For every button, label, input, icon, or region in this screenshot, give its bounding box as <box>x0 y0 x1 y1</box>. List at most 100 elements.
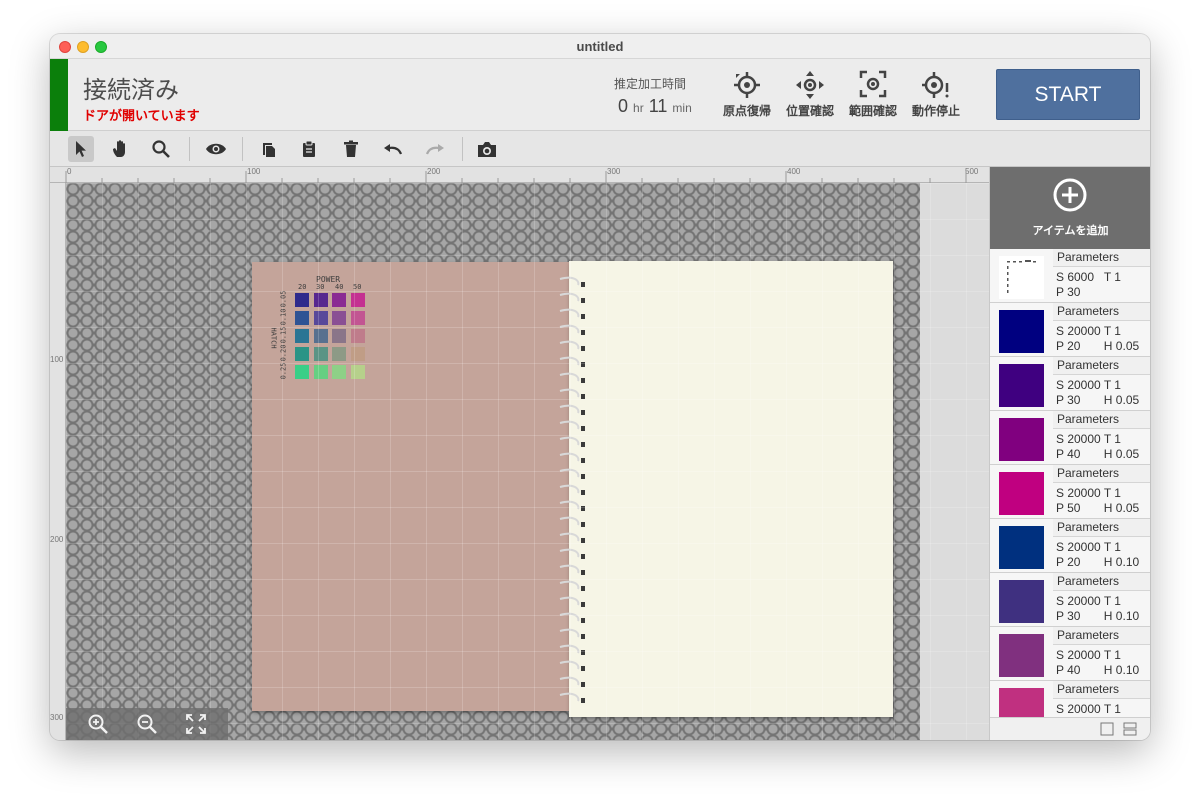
app-window: untitled 接続済み ドアが開いています 推定加工時間 0 hr 11 m… <box>50 34 1150 740</box>
test-swatch <box>350 329 365 343</box>
parameter-color-swatch[interactable] <box>999 418 1044 461</box>
zoom-tool[interactable] <box>148 136 174 162</box>
parameter-power-hatch: P 30 H 0.10 <box>1056 609 1140 623</box>
stop-operation-label: 動作停止 <box>911 104 960 118</box>
estimated-time: 0 hr 11 min <box>618 96 692 117</box>
parameter-color-swatch[interactable] <box>999 472 1044 515</box>
estimated-time-label: 推定加工時間 <box>613 77 686 91</box>
test-swatch <box>332 365 346 379</box>
hours-unit: hr <box>633 101 644 115</box>
parameter-item[interactable]: Parameters S 20000 T 1P 20 H 0.10 <box>990 519 1150 573</box>
parameter-color-swatch[interactable] <box>999 688 1044 717</box>
start-button[interactable]: START <box>996 69 1140 120</box>
parameter-speed-times: S 20000 T 1 <box>1056 486 1121 500</box>
connection-status: 接続済み <box>83 77 179 104</box>
ruler-label: 300 <box>50 713 64 722</box>
stop-target-icon <box>922 72 949 98</box>
test-swatch <box>332 329 346 343</box>
parameter-item[interactable]: Parameters S 20000 T 1P 30 H 0.10 <box>990 573 1150 627</box>
paste-button[interactable] <box>296 136 322 162</box>
parameter-speed-times: S 20000 T 1 <box>1056 648 1121 662</box>
range-frame-icon <box>859 70 887 98</box>
test-swatch <box>295 311 309 325</box>
ruler-label: 200 <box>50 535 64 544</box>
power-label: 20 <box>298 283 307 291</box>
hatch-label: 0.25 <box>279 362 288 380</box>
copy-button[interactable] <box>256 136 282 162</box>
plus-circle-icon <box>1053 178 1087 212</box>
test-swatch <box>350 293 365 307</box>
fit-icon <box>186 714 206 734</box>
parameter-item[interactable]: Parameters S 6000 T 1P 30 <box>990 249 1150 303</box>
parameter-title: Parameters <box>1053 303 1150 321</box>
range-check-label: 範囲確認 <box>848 104 897 118</box>
edit-toolbar <box>50 131 1150 167</box>
work-area-canvas[interactable]: POWER 20 30 40 50 HATCH 0.05 0.10 0.15 0… <box>66 183 989 740</box>
position-check-button[interactable]: 位置確認 <box>780 69 840 125</box>
fit-to-view-button[interactable] <box>184 712 208 736</box>
stop-operation-button[interactable]: 動作停止 <box>906 69 966 125</box>
parameter-item[interactable]: Parameters S 20000 T 1P 30 H 0.05 <box>990 357 1150 411</box>
connection-status-indicator <box>50 59 68 131</box>
test-swatch <box>295 293 309 307</box>
parameter-color-swatch[interactable] <box>999 526 1044 569</box>
title-bar: untitled <box>50 34 1150 59</box>
window-title: untitled <box>576 39 624 54</box>
parameter-title: Parameters <box>1053 519 1150 537</box>
parameter-item[interactable]: Parameters S 20000 T 1P 40 H 0.10 <box>990 627 1150 681</box>
single-view-icon[interactable] <box>1100 722 1114 736</box>
parameter-title: Parameters <box>1053 249 1150 267</box>
toolbar-separator <box>462 137 463 161</box>
parameter-item[interactable]: Parameters S 20000 T 1P 50 H 0.05 <box>990 465 1150 519</box>
parameter-color-swatch[interactable] <box>999 256 1044 299</box>
parameter-title: Parameters <box>1053 465 1150 483</box>
select-tool[interactable] <box>68 136 94 162</box>
hatch-label: 0.15 <box>279 326 288 344</box>
camera-button[interactable] <box>474 136 500 162</box>
home-return-button[interactable]: 原点復帰 <box>717 69 777 125</box>
test-swatch <box>313 347 328 361</box>
split-view-icon[interactable] <box>1123 722 1137 736</box>
ruler-ticks <box>65 171 967 183</box>
delete-button[interactable] <box>338 136 364 162</box>
test-swatch <box>295 365 309 379</box>
add-item-button[interactable]: アイテムを追加 <box>990 167 1150 249</box>
hatch-title: HATCH <box>269 327 278 349</box>
test-swatch <box>313 311 328 325</box>
parameter-title: Parameters <box>1053 681 1150 699</box>
parameter-color-swatch[interactable] <box>999 310 1044 353</box>
test-swatch <box>350 347 365 361</box>
parameter-speed-times: S 20000 T 1 <box>1056 594 1121 608</box>
redo-button[interactable] <box>422 136 448 162</box>
home-return-label: 原点復帰 <box>722 104 771 118</box>
preview-tool[interactable] <box>203 136 229 162</box>
zoom-out-button[interactable] <box>135 712 159 736</box>
parameter-item[interactable]: ParametersS 20000 T 1P 50 H 0.10 <box>990 681 1150 717</box>
parameter-title: Parameters <box>1053 627 1150 645</box>
toolbar-separator <box>242 137 243 161</box>
range-check-button[interactable]: 範囲確認 <box>843 69 903 125</box>
parameter-item[interactable]: Parameters S 20000 T 1P 20 H 0.05 <box>990 303 1150 357</box>
parameter-item[interactable]: Parameters S 20000 T 1P 40 H 0.05 <box>990 411 1150 465</box>
copy-icon <box>263 143 275 157</box>
test-swatch <box>332 293 346 307</box>
sidebar-footer <box>990 717 1150 740</box>
zoom-in-button[interactable] <box>86 712 110 736</box>
parameter-color-swatch[interactable] <box>999 580 1044 623</box>
undo-button[interactable] <box>380 136 406 162</box>
hand-tool[interactable] <box>108 136 134 162</box>
parameter-title: Parameters <box>1053 573 1150 591</box>
door-open-warning: ドアが開いています <box>83 108 200 123</box>
power-label: 30 <box>316 283 325 291</box>
power-label: 40 <box>335 283 344 291</box>
parameter-list: Parameters S 6000 T 1P 30 Parameters S 2000… <box>990 249 1150 717</box>
hatch-label: 0.10 <box>279 308 288 326</box>
parameter-color-swatch[interactable] <box>999 634 1044 677</box>
estimated-minutes: 11 <box>648 96 668 116</box>
parameter-color-swatch[interactable] <box>999 364 1044 407</box>
machine-header: 接続済み ドアが開いています 推定加工時間 0 hr 11 min 原点復帰 位… <box>50 59 1150 131</box>
redo-icon <box>425 144 444 155</box>
home-target-icon <box>734 72 760 98</box>
eye-icon <box>206 143 226 155</box>
parameter-speed-times: S 20000 T 1 <box>1056 432 1121 446</box>
